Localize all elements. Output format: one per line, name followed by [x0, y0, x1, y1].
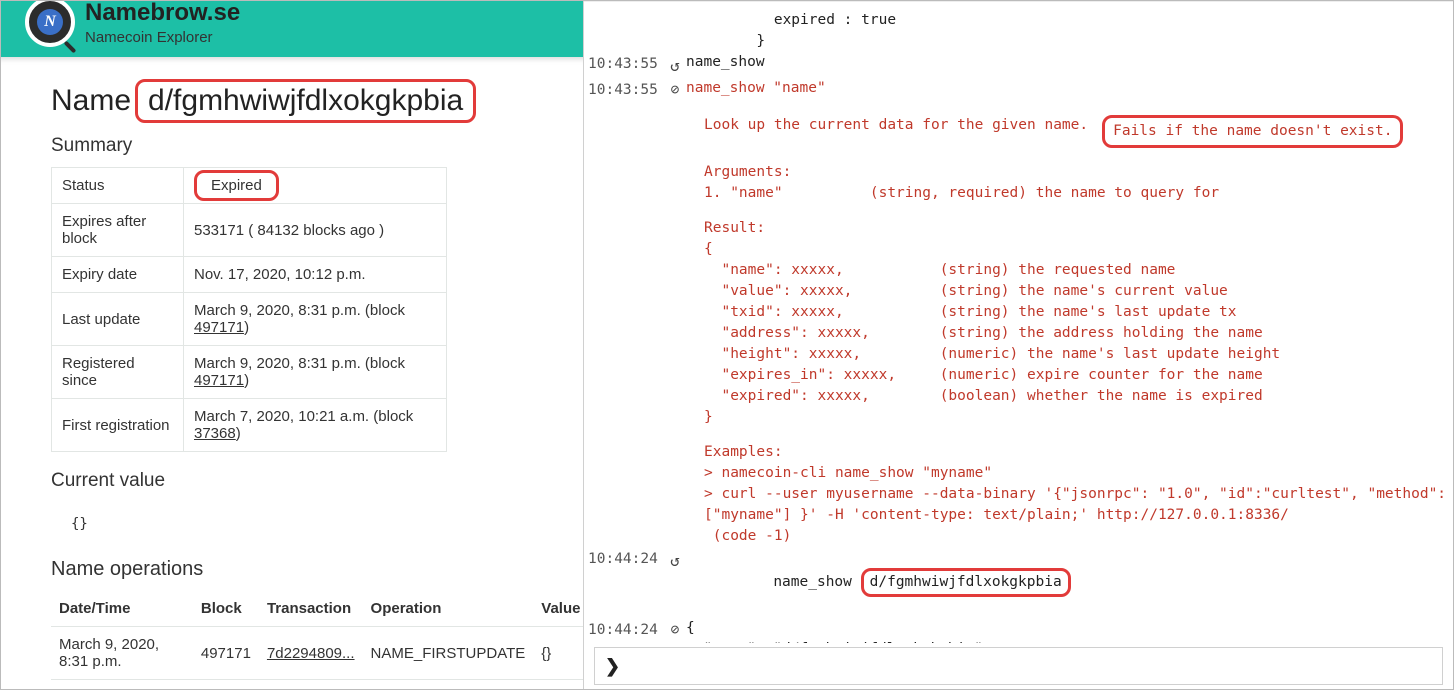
explorer-pane: N Namebrow.se Namecoin Explorer Name d/f… — [1, 1, 583, 689]
timestamp: 10:44:24 — [588, 547, 664, 618]
ops-block: 497171 — [193, 627, 259, 680]
block-link-497171-b[interactable]: 497171 — [194, 372, 244, 389]
ops-op: NAME_FIRSTUPDATE — [363, 627, 534, 680]
current-value-title: Current value — [51, 470, 543, 492]
ops-dt: March 9, 2020, 8:31 p.m. — [51, 627, 193, 680]
row-registered-since: Registered since March 9, 2020, 8:31 p.m… — [52, 346, 447, 399]
summary-table: Status Expired Expires after block 53317… — [51, 167, 447, 452]
help-example-2: > curl --user myusername --data-binary '… — [588, 484, 1443, 505]
value-expiry: Nov. 17, 2020, 10:12 p.m. — [184, 257, 447, 293]
help-result-header: Result: — [588, 218, 1443, 239]
page-content: Name d/fgmhwiwjfdlxokgkpbia Summary Stat… — [1, 57, 583, 689]
help-args-header: Arguments: — [588, 162, 1443, 183]
help-result-block: { "name": xxxxx, (string) the requested … — [588, 239, 1443, 428]
ban-icon: ⊘ — [664, 78, 686, 101]
block-link-37368[interactable]: 37368 — [194, 425, 236, 442]
label-status: Status — [52, 168, 184, 204]
th-tx: Transaction — [259, 591, 363, 627]
brand-title[interactable]: Namebrow.se — [85, 1, 240, 25]
ban-icon: ⊘ — [664, 618, 686, 643]
timestamp: 10:44:24 — [588, 618, 664, 643]
text: ) — [244, 319, 249, 336]
ops-header-row: Date/Time Block Transaction Operation Va… — [51, 591, 583, 627]
current-value-code: {} — [51, 502, 447, 546]
text: name_show — [773, 574, 860, 590]
row-first-registration: First registration March 7, 2020, 10:21 … — [52, 399, 447, 452]
text: March 9, 2020, 8:31 p.m. (block — [194, 302, 405, 319]
row-expiry-date: Expiry date Nov. 17, 2020, 10:12 p.m. — [52, 257, 447, 293]
ops-block: 496818 — [193, 680, 259, 690]
console-line-input: 10:43:55 name_show — [588, 52, 1443, 78]
row-last-update: Last update March 9, 2020, 8:31 p.m. (bl… — [52, 293, 447, 346]
rerun-icon[interactable] — [664, 52, 686, 78]
help-desc-text: Look up the current data for the given n… — [704, 115, 1088, 136]
chevron-right-icon: ❯ — [605, 656, 620, 677]
help-example-3: ["myname"] }' -H 'content-type: text/pla… — [588, 505, 1443, 526]
row-expires-after: Expires after block 533171 ( 84132 block… — [52, 204, 447, 257]
debug-console-pane: expired : true } 10:43:55 name_show 10:4… — [583, 1, 1453, 689]
console-line-input2: 10:44:24 name_show d/fgmhwiwjfdlxokgkpbi… — [588, 547, 1443, 618]
brand-subtitle: Namecoin Explorer — [85, 29, 240, 46]
ops-dt: March 7, 2020, 10:21 a.m. — [51, 680, 193, 690]
magnifier-logo-icon: N — [25, 1, 75, 47]
ops-val: e22e9 — [533, 680, 583, 690]
th-datetime: Date/Time — [51, 591, 193, 627]
console-cmd-name-show: name_show d/fgmhwiwjfdlxokgkpbia — [686, 547, 1443, 618]
label-expires-after: Expires after block — [52, 204, 184, 257]
text: March 9, 2020, 8:31 p.m. (block — [194, 355, 405, 372]
label-expiry: Expiry date — [52, 257, 184, 293]
console-entered-cmd: name_show — [686, 52, 1443, 78]
label-regsince: Registered since — [52, 346, 184, 399]
operations-table: Date/Time Block Transaction Operation Va… — [51, 591, 583, 689]
highlight-name-value: d/fgmhwiwjfdlxokgkpbia — [135, 79, 476, 123]
rerun-icon[interactable] — [664, 547, 686, 618]
console-input[interactable] — [628, 652, 1432, 680]
console-line-result: 10:44:24 ⊘ { "name": "d/fgmhwiwjfdlxokgk… — [588, 618, 1443, 643]
th-value: Value — [533, 591, 583, 627]
th-op: Operation — [363, 591, 534, 627]
console-output[interactable]: expired : true } 10:43:55 name_show 10:4… — [584, 1, 1453, 643]
timestamp: 10:43:55 — [588, 78, 664, 101]
ops-op: NAME_NEW — [363, 680, 534, 690]
ops-row: March 7, 2020, 10:21 a.m. 496818 2b039e4… — [51, 680, 583, 690]
highlight-status-expired: Expired — [194, 170, 279, 201]
timestamp: 10:43:55 — [588, 52, 664, 78]
row-status: Status Expired — [52, 168, 447, 204]
label-lastupdate: Last update — [52, 293, 184, 346]
help-examples-header: Examples: — [588, 442, 1443, 463]
summary-title: Summary — [51, 135, 543, 157]
text: March 7, 2020, 10:21 a.m. (block — [194, 408, 413, 425]
console-partial-prev: expired : true } — [588, 10, 1443, 52]
ops-row: March 9, 2020, 8:31 p.m. 497171 7d229480… — [51, 627, 583, 680]
site-header: N Namebrow.se Namecoin Explorer — [1, 1, 583, 57]
page-title-label: Name — [51, 84, 131, 118]
highlight-cmd-arg: d/fgmhwiwjfdlxokgkpbia — [861, 568, 1071, 597]
help-error-code: (code -1) — [588, 526, 1443, 547]
site-logo[interactable]: N — [15, 1, 85, 47]
app-root: N Namebrow.se Namecoin Explorer Name d/f… — [0, 0, 1454, 690]
ops-val: {} — [533, 627, 583, 680]
text: ) — [236, 425, 241, 442]
current-value-box: {} — [51, 502, 447, 546]
text: ) — [244, 372, 249, 389]
console-input-row: ❯ — [594, 647, 1443, 685]
console-line-error-head: 10:43:55 ⊘ name_show "name" — [588, 78, 1443, 101]
console-help-header: name_show "name" — [686, 78, 1443, 101]
console-json-result: { "name": "d/fgmhwiwjfdlxokgkpbia", "val… — [686, 618, 1443, 643]
help-arg-1: 1. "name" (string, required) the name to… — [588, 183, 1443, 204]
tx-link-0[interactable]: 7d2294809... — [267, 645, 355, 662]
th-block: Block — [193, 591, 259, 627]
help-example-1: > namecoin-cli name_show "myname" — [588, 463, 1443, 484]
value-expires-after: 533171 ( 84132 blocks ago ) — [184, 204, 447, 257]
label-firstreg: First registration — [52, 399, 184, 452]
page-title: Name d/fgmhwiwjfdlxokgkpbia — [51, 79, 543, 123]
console-help-desc-row: Look up the current data for the given n… — [588, 115, 1443, 148]
block-link-497171-a[interactable]: 497171 — [194, 319, 244, 336]
name-operations-title: Name operations — [51, 558, 543, 581]
highlight-fails-note: Fails if the name doesn't exist. — [1102, 115, 1403, 148]
